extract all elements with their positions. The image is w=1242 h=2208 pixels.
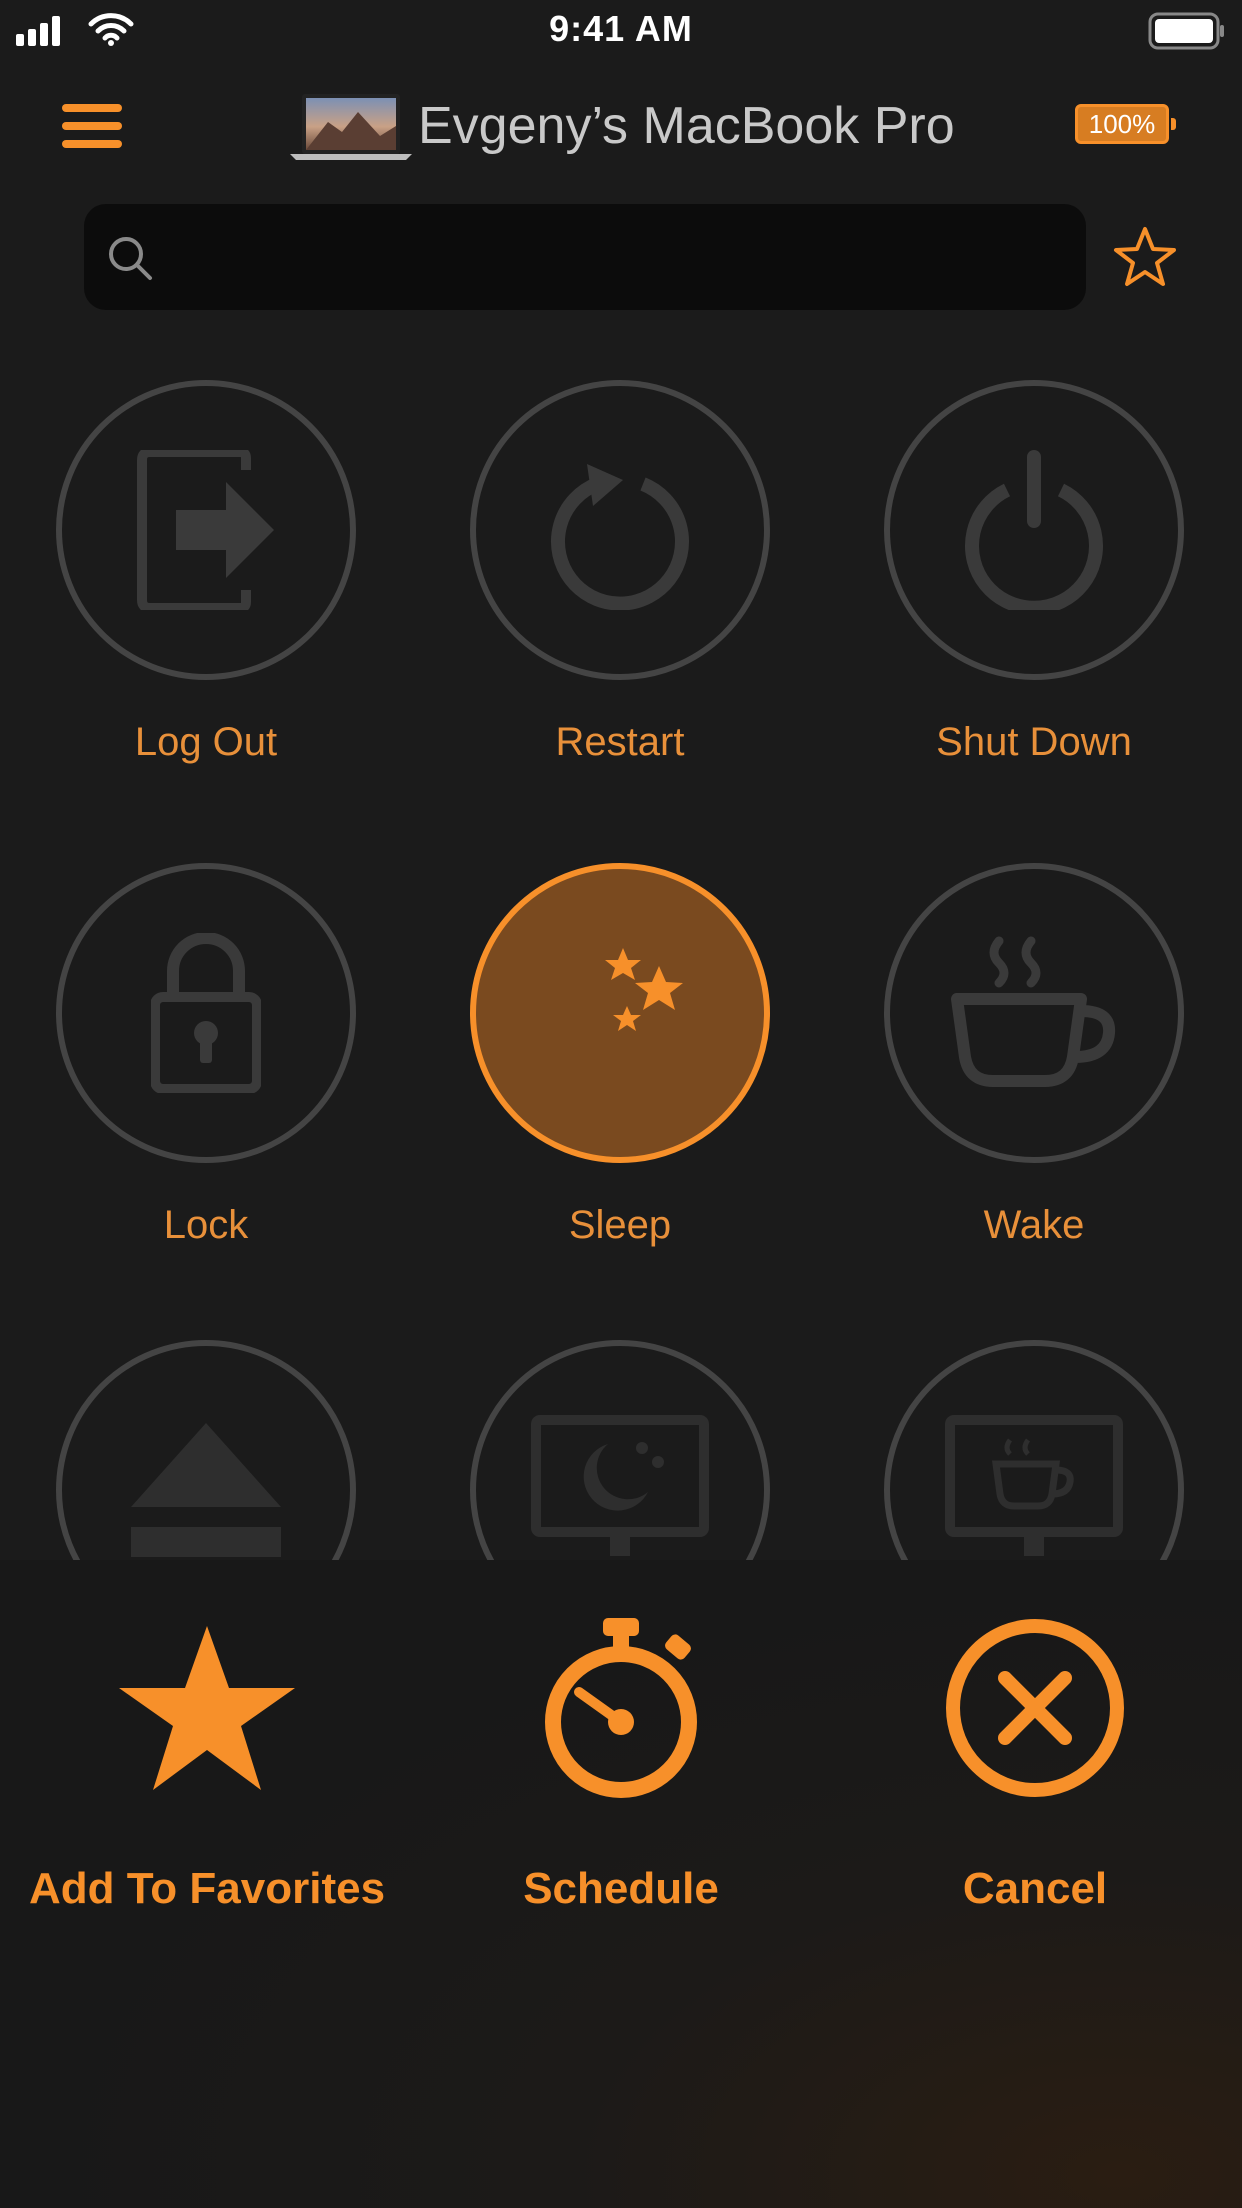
action-label: Restart: [555, 720, 685, 764]
add-to-favorites-button[interactable]: Add To Favorites: [0, 1560, 414, 1960]
action-shut-down[interactable]: Shut Down: [828, 380, 1240, 810]
restart-icon: [551, 464, 689, 610]
action-label: Sleep: [568, 1203, 672, 1247]
action-sheet: Add To Favorites Schedule Cancel: [0, 1560, 1242, 2208]
action-eject[interactable]: [0, 1340, 412, 1560]
action-display-wake[interactable]: [828, 1340, 1240, 1560]
lock-icon: [151, 933, 261, 1093]
action-log-out[interactable]: Log Out: [0, 380, 412, 810]
header: Evgeny’s MacBook Pro 100%: [0, 62, 1242, 192]
schedule-label: Schedule: [523, 1864, 719, 1913]
search-bar[interactable]: [84, 204, 1086, 312]
cancel-label: Cancel: [962, 1864, 1108, 1913]
action-display-sleep[interactable]: [414, 1340, 826, 1560]
power-icon: [965, 450, 1103, 610]
action-circle[interactable]: [56, 380, 356, 680]
cancel-button[interactable]: Cancel: [828, 1560, 1242, 1960]
action-label: Lock: [163, 1203, 249, 1247]
action-sleep[interactable]: Sleep: [414, 863, 826, 1293]
action-circle[interactable]: [470, 380, 770, 680]
action-lock[interactable]: Lock: [0, 863, 412, 1293]
action-circle[interactable]: [56, 863, 356, 1163]
close-circle-icon: [946, 1619, 1124, 1797]
add-to-favorites-label: Add To Favorites: [28, 1864, 386, 1913]
display-wake-icon: [945, 1415, 1123, 1556]
log-out-icon: [137, 450, 274, 610]
action-label: Shut Down: [936, 720, 1132, 764]
coffee-cup-icon: [951, 936, 1116, 1087]
action-circle[interactable]: [884, 380, 1184, 680]
device-title[interactable]: Evgeny’s MacBook Pro: [418, 96, 955, 156]
schedule-button[interactable]: Schedule: [414, 1560, 828, 1960]
action-circle[interactable]: [884, 1340, 1184, 1560]
action-label: Log Out: [134, 720, 278, 764]
actions-row-3: [0, 1340, 1242, 1560]
action-circle[interactable]: [56, 1340, 356, 1560]
status-battery-icon: [1148, 12, 1224, 50]
eject-icon: [131, 1423, 281, 1557]
favorites-star-icon[interactable]: [1112, 226, 1178, 288]
status-time: 9:41 AM: [549, 8, 693, 49]
action-wake[interactable]: Wake: [828, 863, 1240, 1293]
display-sleep-icon: [531, 1415, 709, 1556]
macbook-icon: [290, 94, 412, 160]
action-circle-selected[interactable]: [470, 863, 770, 1163]
action-label: Wake: [983, 1203, 1085, 1247]
status-bar: 9:41 AM: [0, 0, 1242, 62]
action-circle[interactable]: [884, 863, 1184, 1163]
search-input[interactable]: [180, 204, 1064, 312]
battery-badge: 100%: [1075, 104, 1176, 144]
stopwatch-icon: [545, 1618, 697, 1798]
search-icon: [109, 237, 152, 280]
moon-stars-icon: [556, 948, 685, 1077]
action-restart[interactable]: Restart: [414, 380, 826, 810]
action-circle[interactable]: [470, 1340, 770, 1560]
star-icon: [119, 1626, 295, 1790]
menu-icon[interactable]: [62, 102, 124, 150]
